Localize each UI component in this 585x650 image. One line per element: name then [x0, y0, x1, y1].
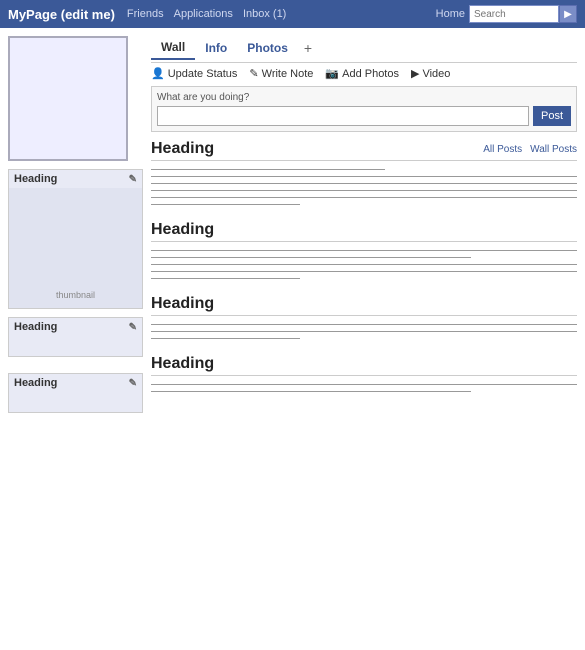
content-line	[151, 176, 577, 177]
nav-inbox[interactable]: Inbox (1)	[243, 8, 286, 20]
sidebar-widget-3: Heading ✎	[8, 373, 143, 413]
section-2-heading-row: Heading	[151, 221, 577, 242]
status-label: What are you doing?	[157, 92, 571, 103]
tab-add-icon[interactable]: +	[298, 38, 318, 58]
content-line	[151, 257, 471, 258]
search-button[interactable]: ▶	[559, 5, 577, 23]
video-icon: ▶	[411, 67, 419, 80]
section-1-heading: Heading	[151, 140, 214, 158]
section-2-heading: Heading	[151, 221, 214, 239]
section-3-lines	[151, 320, 577, 343]
section-4-heading: Heading	[151, 355, 214, 373]
content-line	[151, 197, 577, 198]
content-line	[151, 169, 385, 170]
section-2-lines	[151, 246, 577, 283]
action-bar: 👤 Update Status ✎ Write Note 📷 Add Photo…	[151, 67, 577, 80]
section-4-heading-row: Heading	[151, 355, 577, 376]
widget-3-header: Heading ✎	[9, 374, 142, 392]
tab-info[interactable]: Info	[195, 37, 237, 59]
camera-icon: 📷	[325, 67, 339, 80]
tab-wall[interactable]: Wall	[151, 36, 195, 60]
main-layout: Heading ✎ thumbnail Heading ✎ Heading ✎	[0, 28, 585, 421]
widget-1-heading: Heading	[14, 173, 57, 185]
section-1-heading-row: Heading All Posts Wall Posts	[151, 140, 577, 161]
sidebar-widget-2: Heading ✎	[8, 317, 143, 357]
widget-1-content: thumbnail	[9, 188, 142, 308]
content-line	[151, 183, 577, 184]
status-input-row: Post	[157, 106, 571, 126]
widget-2-edit-icon[interactable]: ✎	[129, 322, 137, 333]
section-3-heading: Heading	[151, 295, 214, 313]
search-input[interactable]	[469, 5, 559, 23]
content-section-2: Heading	[151, 221, 577, 283]
nav-links: Friends Applications Inbox (1)	[127, 8, 436, 20]
all-posts-link[interactable]: All Posts	[483, 144, 522, 155]
widget-3-heading: Heading	[14, 377, 57, 389]
user-icon: 👤	[151, 67, 165, 80]
tab-photos[interactable]: Photos	[237, 37, 298, 59]
content-line	[151, 204, 300, 205]
write-note-btn[interactable]: ✎ Write Note	[249, 67, 313, 80]
tabs-row: Wall Info Photos +	[151, 36, 577, 63]
post-button[interactable]: Post	[533, 106, 571, 126]
content-line	[151, 384, 577, 385]
widget-3-edit-icon[interactable]: ✎	[129, 378, 137, 389]
content-line	[151, 278, 300, 279]
search-wrap: ▶	[469, 5, 577, 23]
content-section-4: Heading	[151, 355, 577, 396]
content-section-3: Heading	[151, 295, 577, 343]
nav-applications[interactable]: Applications	[174, 8, 233, 20]
content-line	[151, 271, 577, 272]
content-line	[151, 391, 471, 392]
note-icon: ✎	[249, 67, 258, 80]
widget-1-label: thumbnail	[56, 290, 95, 300]
content-section-1: Heading All Posts Wall Posts	[151, 140, 577, 209]
home-label: Home	[436, 8, 465, 20]
profile-photo	[8, 36, 128, 161]
sidebar-widget-1: Heading ✎ thumbnail	[8, 169, 143, 309]
widget-1-edit-icon[interactable]: ✎	[129, 174, 137, 185]
status-input[interactable]	[157, 106, 529, 126]
widget-2-heading: Heading	[14, 321, 57, 333]
topbar: MyPage (edit me) Friends Applications In…	[0, 0, 585, 28]
widget-1-header: Heading ✎	[9, 170, 142, 188]
content-line	[151, 190, 577, 191]
content-line	[151, 331, 577, 332]
status-box: What are you doing? Post	[151, 86, 577, 132]
content-line	[151, 324, 577, 325]
section-4-lines	[151, 380, 577, 396]
section-1-links: All Posts Wall Posts	[483, 144, 577, 155]
video-btn[interactable]: ▶ Video	[411, 67, 450, 80]
section-1-lines	[151, 165, 577, 209]
left-column: Heading ✎ thumbnail Heading ✎ Heading ✎	[8, 36, 143, 413]
site-title: MyPage (edit me)	[8, 7, 115, 22]
content-line	[151, 264, 577, 265]
nav-friends[interactable]: Friends	[127, 8, 164, 20]
section-3-heading-row: Heading	[151, 295, 577, 316]
content-line	[151, 338, 300, 339]
content-line	[151, 250, 577, 251]
add-photos-btn[interactable]: 📷 Add Photos	[325, 67, 399, 80]
widget-2-header: Heading ✎	[9, 318, 142, 336]
wall-posts-link[interactable]: Wall Posts	[530, 144, 577, 155]
right-column: Wall Info Photos + 👤 Update Status ✎ Wri…	[151, 36, 577, 413]
update-status-btn[interactable]: 👤 Update Status	[151, 67, 237, 80]
